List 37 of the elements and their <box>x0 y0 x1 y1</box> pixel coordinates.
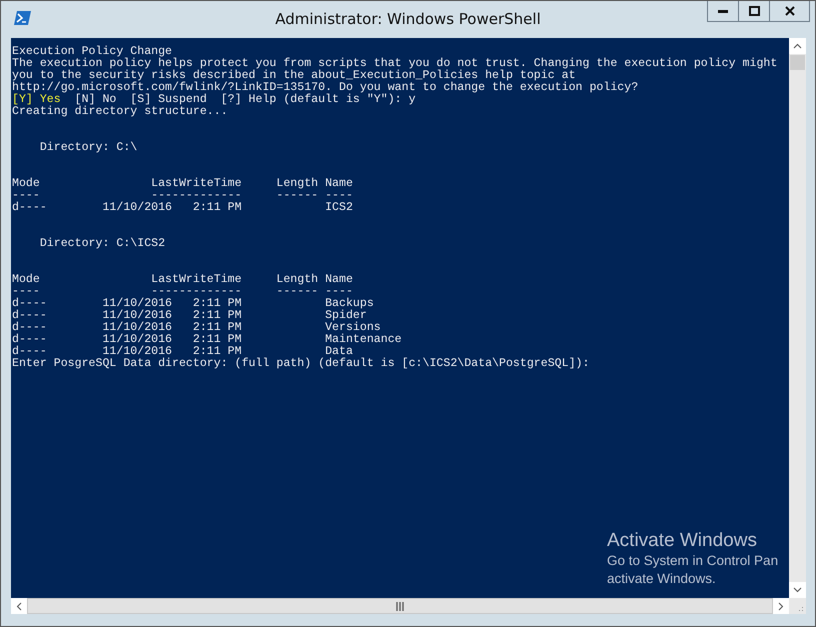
console-line: d---- 11/10/2016 2:11 PM Maintenance <box>12 334 403 346</box>
resize-grip-icon[interactable] <box>789 598 806 614</box>
minimize-icon <box>718 10 728 12</box>
grip-icon <box>396 602 404 610</box>
scroll-right-icon[interactable] <box>773 598 789 614</box>
activation-title: Activate Windows <box>607 529 758 552</box>
console-line: d---- 11/10/2016 2:11 PM ICS2 <box>12 202 354 214</box>
console-line: d---- 11/10/2016 2:11 PM Data <box>12 346 353 358</box>
close-button[interactable] <box>769 1 810 22</box>
console-line: Directory: C:\ICS2 <box>38 238 166 250</box>
scroll-up-icon[interactable] <box>789 38 806 54</box>
console-line: ---- ------------- ------ ---- <box>12 190 354 202</box>
console-line: Mode LastWriteTime Length Name <box>12 178 354 190</box>
console-line: Execution Policy Change <box>12 46 172 58</box>
scrollbar-thumb[interactable] <box>790 55 805 70</box>
console-line: d---- 11/10/2016 2:11 PM Versions <box>12 322 381 334</box>
maximize-icon <box>748 6 760 16</box>
console-line: Enter PosgreSQL Data directory: (full path) (default is [c:\ICS2\Data\PostgreSQL]): <box>12 358 590 370</box>
console-line: d---- 11/10/2016 2:11 PM Backups <box>12 298 375 310</box>
console-line: The execution policy helps protect you from scripts that you do not trust. Changing the execution policy might <box>12 58 778 70</box>
minimize-button[interactable] <box>707 1 739 22</box>
console-line: [Y] Yes [N] No [S] Suspend [?] Help (default is "Y"): y <box>12 94 417 106</box>
console-line: ---- ------------- ------ ---- <box>12 286 353 298</box>
close-icon <box>784 6 794 16</box>
terminal-icon <box>14 11 31 25</box>
console-line: Directory: C:\ <box>38 142 138 154</box>
window-title: Administrator: Windows PowerShell <box>274 10 542 28</box>
console-line: Mode LastWriteTime Length Name <box>12 274 354 286</box>
console-line: you to the security risks described in the about_Execution_Policies help topic at <box>12 70 576 82</box>
scroll-down-icon[interactable] <box>789 582 806 598</box>
console-line: Creating directory structure... <box>12 106 229 118</box>
vertical-scrollbar[interactable] <box>789 38 806 598</box>
activation-text: activate Windows. <box>607 570 717 588</box>
console-line: d---- 11/10/2016 2:11 PM Spider <box>12 310 367 322</box>
scroll-left-icon[interactable] <box>11 598 27 614</box>
console-line: http://go.microsoft.com/fwlink/?LinkID=135170. Do you want to change the execution policy? <box>12 82 640 94</box>
activation-text: Go to System in Control Pan <box>607 552 778 570</box>
